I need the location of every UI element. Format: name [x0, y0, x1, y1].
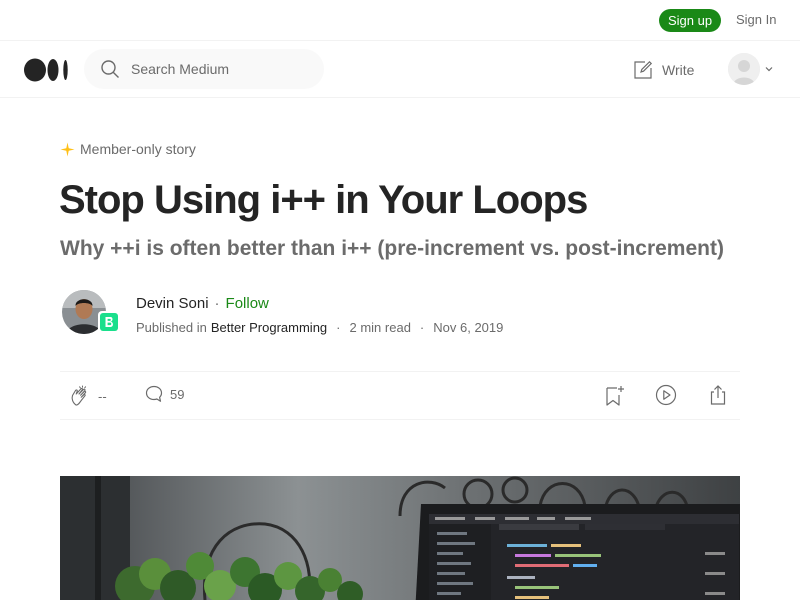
- article-subtitle: Why ++i is often better than i++ (pre-in…: [60, 237, 724, 260]
- publication-logo[interactable]: [98, 311, 120, 333]
- search-icon: [101, 60, 119, 78]
- star-icon: [60, 141, 75, 157]
- comment-count: 59: [170, 386, 185, 402]
- article-meta: Published in Better Programming · 2 min …: [136, 320, 503, 335]
- write-icon: [634, 60, 653, 79]
- clap-icon: [71, 385, 87, 406]
- separator-dot: ·: [336, 320, 341, 335]
- publish-date: Nov 6, 2019: [433, 320, 504, 335]
- medium-logo-icon[interactable]: [24, 58, 70, 82]
- navbar: Write: [0, 41, 800, 98]
- sign-in-link[interactable]: Sign In: [736, 12, 776, 27]
- top-bar: Sign up Sign In: [0, 0, 800, 41]
- save-button[interactable]: [604, 384, 626, 408]
- separator-dot: ·: [419, 320, 425, 335]
- search-bar[interactable]: [84, 49, 324, 89]
- clap-count: --: [98, 388, 107, 404]
- chevron-down-icon: [765, 67, 773, 72]
- listen-button[interactable]: [655, 384, 677, 406]
- author-name[interactable]: Devin Soni: [136, 295, 209, 312]
- article-title: Stop Using i++ in Your Loops: [59, 178, 588, 222]
- published-in-label: Published in: [136, 320, 207, 335]
- comment-icon: [145, 385, 163, 402]
- member-only-label: Member-only story: [80, 141, 196, 157]
- user-avatar-icon: [728, 53, 760, 85]
- read-time: 2 min read: [349, 320, 411, 335]
- write-button[interactable]: Write: [632, 58, 694, 82]
- article-hero-image: [60, 476, 740, 600]
- share-icon: [710, 385, 726, 405]
- publication-link[interactable]: Better Programming: [211, 320, 327, 335]
- article-action-bar: -- 59: [60, 371, 740, 420]
- user-menu[interactable]: [728, 53, 774, 85]
- write-label: Write: [662, 62, 695, 78]
- clap-button[interactable]: --: [68, 384, 107, 408]
- share-button[interactable]: [707, 384, 729, 406]
- member-only-badge: Member-only story: [60, 141, 196, 157]
- search-input[interactable]: [131, 49, 316, 89]
- comments-button[interactable]: 59: [144, 384, 184, 404]
- separator-dot: ·: [214, 295, 220, 312]
- play-icon: [655, 384, 677, 406]
- follow-button[interactable]: Follow: [226, 295, 269, 312]
- author-line: Devin Soni · Follow: [136, 295, 269, 312]
- sign-up-button[interactable]: Sign up: [659, 9, 721, 32]
- bookmark-add-icon: [606, 386, 624, 406]
